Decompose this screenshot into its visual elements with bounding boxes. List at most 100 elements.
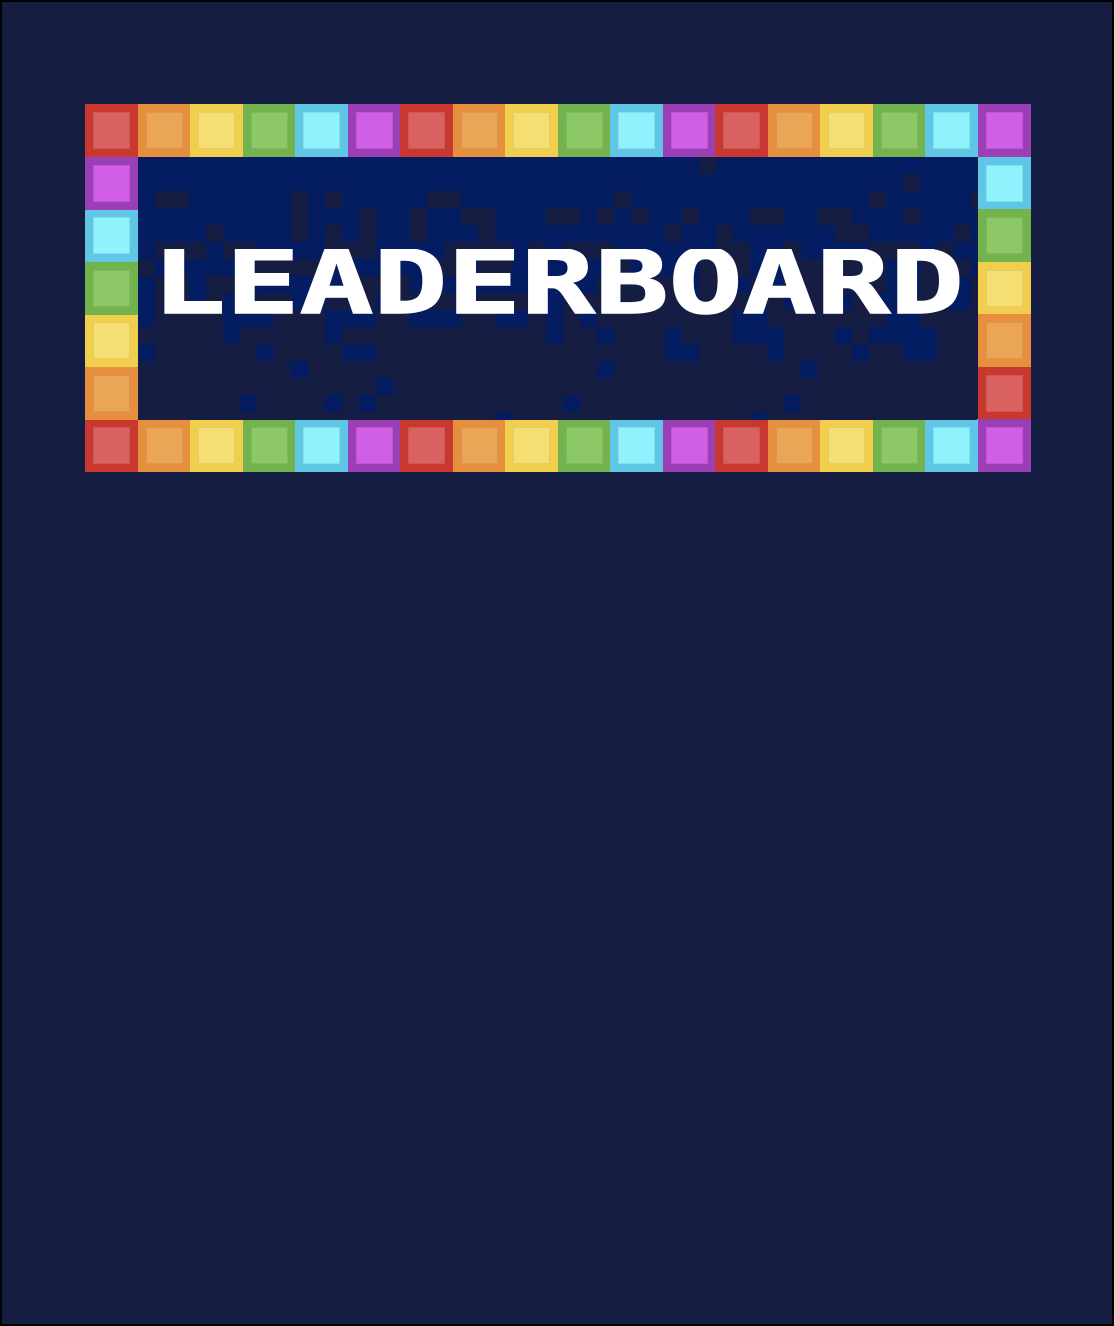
border-tile-face	[250, 427, 288, 464]
pattern-pixel	[750, 157, 767, 174]
border-tile-green	[242, 104, 296, 157]
pattern-pixel	[359, 174, 376, 191]
pattern-pixel	[597, 174, 614, 191]
border-tile-red	[400, 419, 453, 472]
pattern-pixel	[733, 191, 750, 208]
border-tile-yellow	[190, 104, 243, 157]
pattern-pixel	[155, 157, 172, 174]
pattern-pixel	[852, 344, 869, 361]
pattern-pixel	[631, 225, 648, 242]
pattern-pixel	[342, 191, 359, 208]
border-tile-face	[985, 164, 1023, 202]
pattern-pixel	[733, 327, 750, 344]
pattern-pixel	[682, 157, 699, 174]
pattern-pixel	[138, 344, 155, 361]
pattern-pixel	[835, 327, 852, 344]
pattern-pixel	[138, 191, 155, 208]
pattern-pixel	[478, 191, 495, 208]
border-tile-face	[93, 374, 130, 412]
pattern-pixel	[138, 157, 155, 174]
pattern-pixel	[665, 174, 682, 191]
pattern-pixel	[767, 191, 784, 208]
pattern-pixel	[971, 225, 977, 242]
pattern-pixel	[240, 395, 257, 412]
border-tile-red	[85, 419, 138, 472]
border-tile-face	[985, 269, 1023, 307]
pattern-pixel	[801, 225, 818, 242]
pattern-pixel	[631, 174, 648, 191]
border-tile-face	[828, 112, 865, 149]
border-tile-green	[977, 209, 1031, 262]
border-tile-purple	[662, 104, 716, 157]
pattern-pixel	[546, 157, 563, 174]
pattern-pixel	[223, 174, 240, 191]
pattern-pixel	[886, 327, 903, 344]
pattern-pixel	[767, 157, 784, 174]
pattern-pixel	[920, 327, 937, 344]
pattern-pixel	[240, 157, 257, 174]
pattern-pixel	[903, 344, 920, 361]
pattern-pixel	[274, 157, 291, 174]
border-tile-face	[408, 112, 445, 149]
border-tile-orange	[767, 419, 821, 472]
border-tile-orange	[85, 366, 138, 420]
border-tile-yellow	[820, 419, 873, 472]
pattern-pixel	[954, 174, 971, 191]
pattern-pixel	[563, 225, 580, 242]
border-tile-face	[93, 269, 130, 307]
border-tile-face	[250, 112, 288, 149]
pattern-pixel	[699, 208, 716, 225]
pattern-pixel	[155, 208, 172, 225]
border-tile-face	[985, 217, 1023, 254]
pattern-pixel	[342, 208, 359, 225]
pattern-pixel	[138, 208, 155, 225]
pattern-pixel	[716, 191, 733, 208]
pattern-pixel	[512, 225, 529, 242]
pattern-pixel	[478, 157, 495, 174]
pattern-pixel	[733, 157, 750, 174]
border-tile-face	[565, 427, 603, 464]
pattern-pixel	[427, 174, 444, 191]
pattern-pixel	[852, 208, 869, 225]
pattern-pixel	[716, 208, 733, 225]
pattern-pixel	[903, 157, 920, 174]
border-tile-cyan	[925, 104, 978, 157]
pattern-pixel	[189, 157, 206, 174]
pattern-pixel	[648, 157, 665, 174]
pattern-pixel	[597, 191, 614, 208]
pattern-pixel	[580, 208, 597, 225]
pattern-pixel	[869, 225, 886, 242]
pattern-pixel	[325, 327, 342, 344]
pattern-pixel	[512, 174, 529, 191]
border-tile-green	[557, 104, 611, 157]
pattern-pixel	[291, 174, 308, 191]
pattern-pixel	[257, 225, 274, 242]
pattern-pixel	[563, 395, 580, 412]
border-tile-face	[355, 112, 393, 149]
pattern-pixel	[308, 174, 325, 191]
border-tile-orange	[977, 314, 1031, 367]
leaderboard-title: LEADERBOARD	[152, 249, 964, 321]
pattern-pixel	[631, 157, 648, 174]
pattern-pixel	[614, 208, 631, 225]
border-tile-face	[670, 112, 708, 149]
border-tile-purple	[347, 419, 401, 472]
border-tile-face	[303, 112, 340, 149]
pattern-pixel	[308, 208, 325, 225]
pattern-pixel	[937, 174, 954, 191]
border-tile-yellow	[977, 261, 1031, 315]
pattern-pixel	[886, 225, 903, 242]
pattern-pixel	[699, 225, 716, 242]
pattern-pixel	[529, 174, 546, 191]
pattern-pixel	[784, 174, 801, 191]
pattern-pixel	[512, 191, 529, 208]
pattern-pixel	[495, 191, 512, 208]
border-tile-face	[618, 427, 655, 464]
border-tile-orange	[767, 104, 821, 157]
border-tile-cyan	[610, 104, 663, 157]
pattern-pixel	[801, 157, 818, 174]
pattern-pixel	[308, 225, 325, 242]
pattern-pixel	[461, 225, 478, 242]
pattern-pixel	[206, 191, 223, 208]
pattern-pixel	[376, 225, 393, 242]
